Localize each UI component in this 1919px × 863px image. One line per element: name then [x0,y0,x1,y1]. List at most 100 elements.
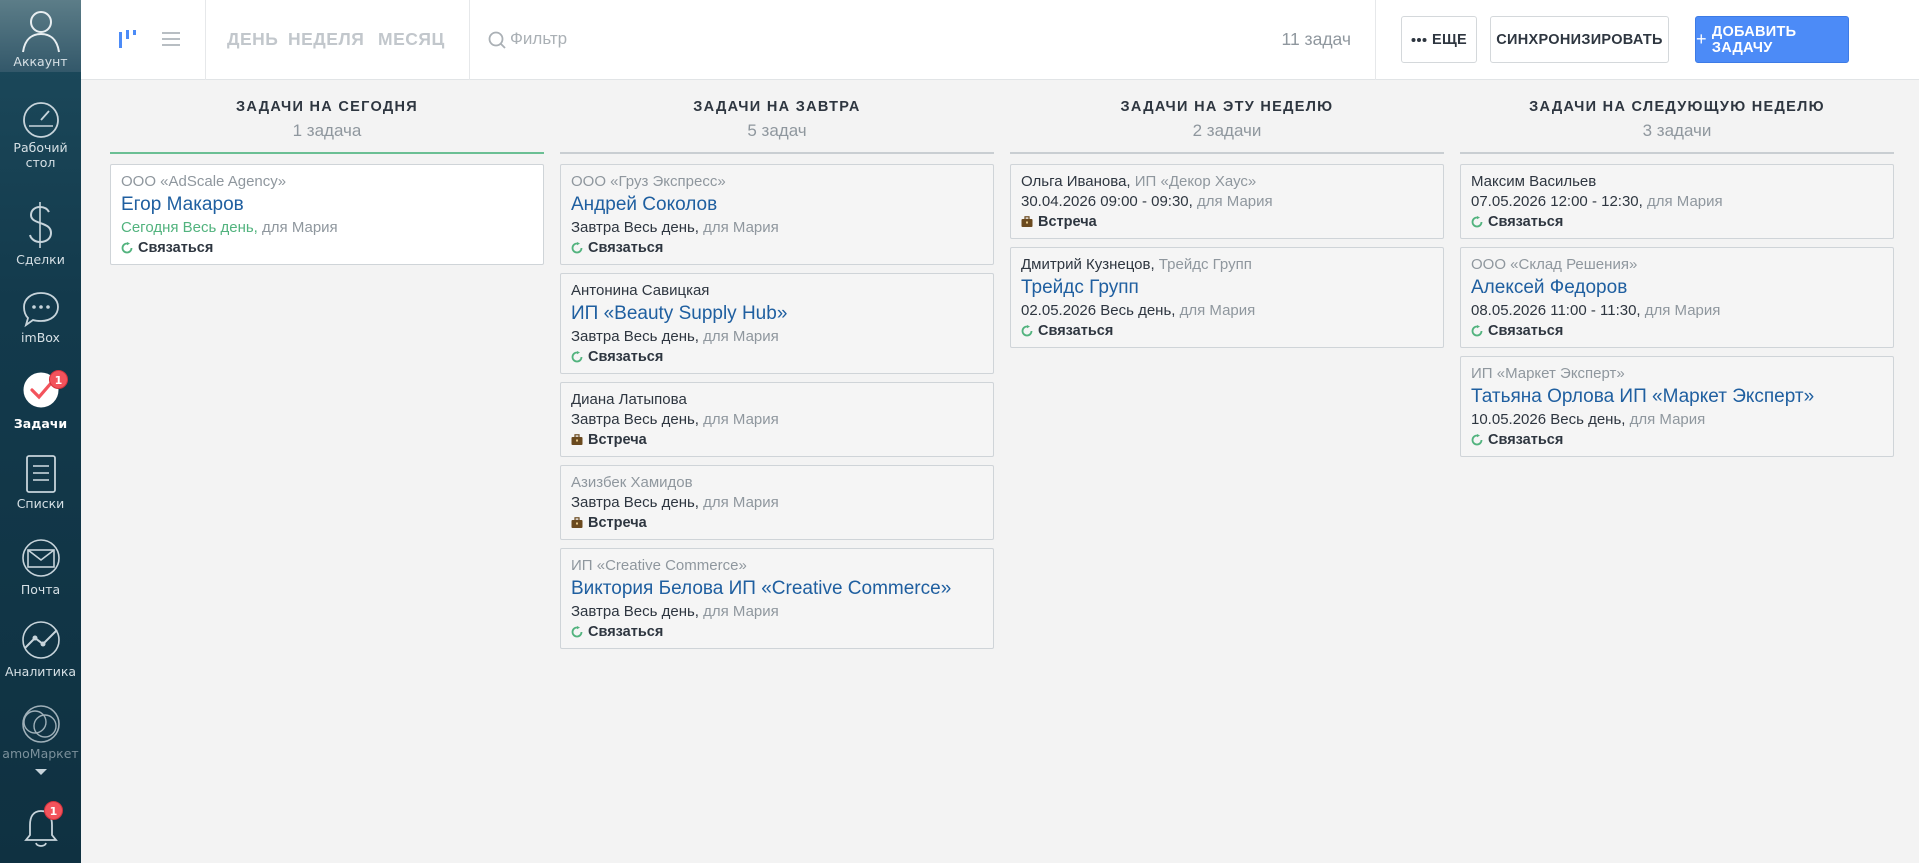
task-contact: ИП «Creative Commerce» [571,556,983,576]
notifications-badge: 1 [44,801,63,820]
task-due: 30.04.2026 09:00 - 09:30, для Мария [1021,192,1433,212]
column-title: ЗАДАЧИ НА ЗАВТРА [693,99,861,115]
sidebar-item-mail[interactable]: Почта [0,538,81,597]
period-week[interactable]: НЕДЕЛЯ [288,29,364,50]
sidebar-item-deals[interactable]: Сделки [0,200,81,267]
task-responsible: для Мария [1640,302,1721,319]
task-card[interactable]: Ольга Иванова, ИП «Декор Хаус» 30.04.2026… [1010,164,1444,239]
period-day[interactable]: ДЕНЬ [227,29,278,50]
task-type-label: Связаться [588,240,664,256]
sidebar-item-analytics[interactable]: Аналитика [0,620,81,679]
filter-input[interactable] [510,26,1110,52]
user-avatar-icon [21,11,60,53]
task-contact-name: ИП «Creative Commerce» [571,557,747,574]
sidebar-item-amomarket[interactable]: amoМаркет [0,702,81,761]
column-count: 1 задача [292,121,362,140]
task-card[interactable]: ООО «Груз Экспресс» Андрей Соколов Завтра … [560,164,994,265]
sidebar-item-label: Задачи [13,416,68,431]
task-contact-name: Максим Васильев [1471,173,1597,190]
task-responsible: для Мария [698,603,779,620]
call-refresh-icon [571,242,583,254]
task-due-date: Завтра Весь день, [571,411,699,428]
task-responsible: для Мария [698,328,779,345]
period-month[interactable]: МЕСЯЦ [378,29,445,50]
column-header: ЗАДАЧИ НА СЕГОДНЯ 1 задача [110,80,544,152]
column-title: ЗАДАЧИ НА ЭТУ НЕДЕЛЮ [1120,99,1334,115]
ellipsis-icon [1411,37,1427,42]
task-contact: ООО «AdScale Agency» [121,172,533,192]
task-entity-link[interactable]: ИП «Beauty Supply Hub» [571,301,983,327]
chat-bubble-icon [22,292,59,328]
sidebar-scroll-down[interactable] [0,768,81,780]
task-due-date: Завтра Весь день, [571,494,699,511]
sidebar-item-lists[interactable]: Списки [0,452,81,511]
task-contact-name: Ольга Иванова, [1021,173,1131,190]
task-due-date: 30.04.2026 09:00 - 09:30, [1021,193,1193,210]
task-due-date: 07.05.2026 12:00 - 12:30, [1471,193,1643,210]
dashboard-gauge-icon [22,102,59,138]
plus-icon: + [1696,29,1707,49]
add-task-button[interactable]: + ДОБАВИТЬ ЗАДАЧУ [1695,16,1849,63]
task-card[interactable]: Дмитрий Кузнецов, Трейдс Групп Трейдс Гру… [1010,247,1444,348]
task-column: ЗАДАЧИ НА СЕГОДНЯ 1 задача ООО «AdScale Ag… [110,80,544,273]
sidebar-notifications[interactable]: 1 [0,801,81,851]
task-card[interactable]: ИП «Creative Commerce» Виктория Белова ИП… [560,548,994,649]
task-type: Связаться [1471,321,1883,341]
task-entity-link[interactable]: Трейдс Групп [1021,275,1433,301]
task-entity-link[interactable]: Виктория Белова ИП «Creative Commerce» [571,576,983,602]
task-due: 07.05.2026 12:00 - 12:30, для Мария [1471,192,1883,212]
task-due: 02.05.2026 Весь день, для Мария [1021,301,1433,321]
task-responsible: для Мария [257,219,338,236]
briefcase-icon [571,517,583,528]
task-type: Связаться [1471,430,1883,450]
dollar-icon [28,202,52,248]
task-contact-name: ООО «Склад Решения» [1471,256,1638,273]
top-toolbar: ДЕНЬ НЕДЕЛЯ МЕСЯЦ 11 задач ЕЩЕ СИНХРОНИЗ… [81,0,1919,80]
column-count: 5 задач [747,121,807,140]
call-refresh-icon [1021,325,1033,337]
task-column: ЗАДАЧИ НА ЗАВТРА 5 задач ООО «Груз Экспрес… [560,80,994,657]
sync-button[interactable]: СИНХРОНИЗИРОВАТЬ [1490,16,1669,63]
task-card[interactable]: ООО «AdScale Agency» Егор Макаров Сегодня … [110,164,544,265]
column-count: 2 задачи [1192,121,1262,140]
task-due-date: Завтра Весь день, [571,603,699,620]
task-entity-link[interactable]: Алексей Федоров [1471,275,1883,301]
sidebar-item-label: Рабочий стол [13,140,68,170]
task-contact: Ольга Иванова, ИП «Декор Хаус» [1021,172,1433,192]
list-view-button[interactable] [161,28,181,54]
task-due-date: 08.05.2026 11:00 - 11:30, [1471,302,1641,319]
task-type: Связаться [1021,321,1433,341]
task-card[interactable]: ООО «Склад Решения» Алексей Федоров 08.05.… [1460,247,1894,348]
sidebar-item-imbox[interactable]: imBox [0,288,81,345]
task-card[interactable]: Максим Васильев 07.05.2026 12:00 - 12:30,… [1460,164,1894,239]
task-entity-link[interactable]: Андрей Соколов [571,192,983,218]
caret-down-icon [34,769,47,775]
call-refresh-icon [1471,434,1483,446]
task-card[interactable]: ИП «Маркет Эксперт» Татьяна Орлова ИП «Ма… [1460,356,1894,457]
task-entity-link[interactable]: Татьяна Орлова ИП «Маркет Эксперт» [1471,384,1883,410]
sidebar-item-tasks[interactable]: 1 Задачи [0,370,81,431]
task-contact: Азизбек Хамидов [571,473,983,493]
task-due: Завтра Весь день, для Мария [571,327,983,347]
task-card[interactable]: Антонина Савицкая ИП «Beauty Supply Hub» З… [560,273,994,374]
sidebar-item-dashboard[interactable]: Рабочий стол [0,100,81,170]
amomarket-icon [21,705,60,743]
column-title: ЗАДАЧИ НА СЛЕДУЮЩУЮ НЕДЕЛЮ [1529,99,1825,115]
task-responsible: для Мария [1192,193,1273,210]
sidebar-item-account[interactable]: Аккаунт [0,6,81,69]
task-card[interactable]: Азизбек Хамидов Завтра Весь день, для Мар… [560,465,994,540]
call-refresh-icon [1471,216,1483,228]
task-due-date: 02.05.2026 Весь день, [1021,302,1176,319]
tasks-count-badge: 1 [49,370,68,389]
task-type: Связаться [571,622,983,642]
list-lines-icon [162,32,180,46]
task-due: Завтра Весь день, для Мария [571,602,983,622]
task-type-label: Связаться [1488,432,1564,448]
call-refresh-icon [1471,325,1483,337]
board-view-button[interactable] [117,28,137,54]
task-card[interactable]: Диана Латыпова Завтра Весь день, для Мари… [560,382,994,457]
period-switcher: ДЕНЬ НЕДЕЛЯ МЕСЯЦ [206,0,470,80]
more-button[interactable]: ЕЩЕ [1401,16,1477,63]
task-entity-link[interactable]: Егор Макаров [121,192,533,218]
call-refresh-icon [571,626,583,638]
